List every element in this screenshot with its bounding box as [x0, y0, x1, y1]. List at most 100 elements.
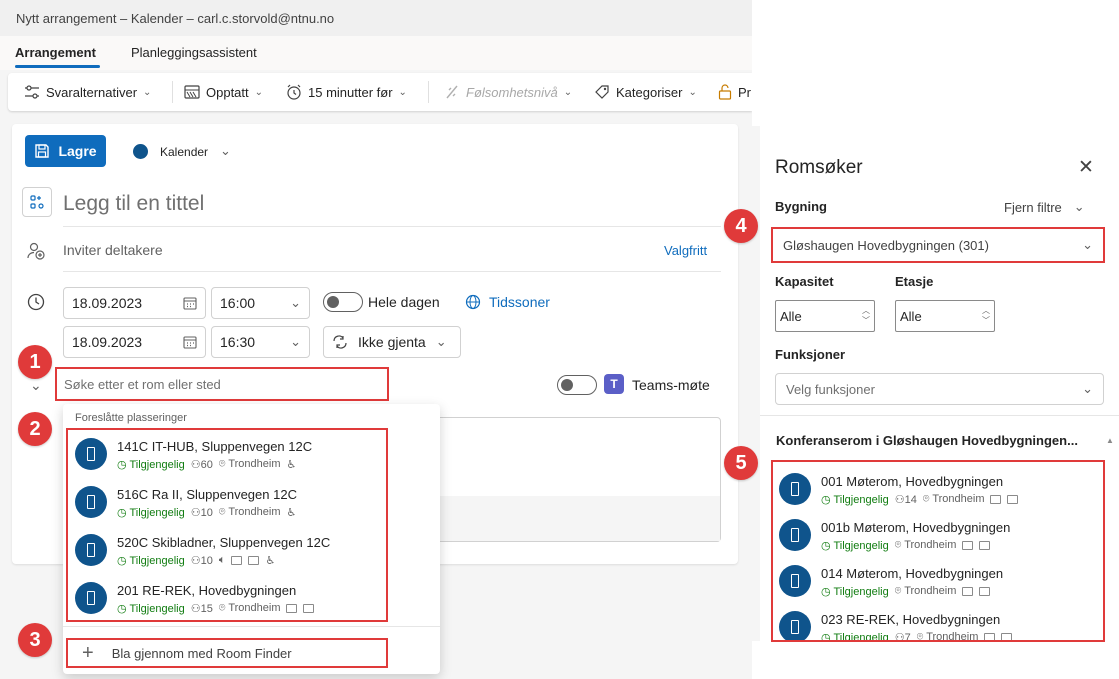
repeat-label: Ikke gjenta	[358, 334, 426, 350]
calendar-color-dot	[133, 144, 148, 159]
add-people-icon	[27, 242, 45, 260]
suggested-room-item[interactable]: 201 RE-REK, Hovedbygningen ◷ Tilgjengeli…	[75, 577, 385, 625]
calendar-selector-label[interactable]: Kalender	[160, 145, 208, 159]
city: ⌾ Trondheim	[218, 506, 281, 518]
suggested-room-item[interactable]: 520C Skibladner, Sluppenvegen 12C ◷ Tilg…	[75, 529, 385, 577]
chevron-down-icon: ⌄	[254, 86, 264, 98]
scroll-up-icon[interactable]: ▲	[1106, 436, 1114, 445]
timezones-button[interactable]: Tidssoner	[465, 294, 550, 310]
busy-status-button[interactable]: Opptatt ⌄	[184, 73, 263, 111]
teams-icon: T	[604, 374, 624, 394]
capacity-label: Kapasitet	[775, 274, 834, 289]
invite-attendees-input[interactable]: Inviter deltakere	[63, 242, 163, 258]
private-button[interactable]: Pr	[718, 73, 751, 111]
busy-status-label: Opptatt	[206, 84, 249, 100]
teams-meeting-toggle[interactable]	[557, 375, 597, 395]
room-result-item[interactable]: 023 RE-REK, Hovedbygningen ◷ Tilgjengeli…	[779, 606, 1089, 642]
building-select[interactable]: Gløshaugen Hovedbygningen (301) ⌄	[771, 227, 1105, 263]
location-icon: ⌄	[30, 377, 42, 393]
room-icon	[779, 611, 811, 640]
chevron-down-icon: ⌄	[1073, 199, 1085, 214]
tab-scheduling-assistant[interactable]: Planleggingsassistent	[131, 45, 257, 60]
room-meta: ◷ Tilgjengelig ⌾ Trondheim	[821, 539, 991, 552]
display-icon	[962, 587, 974, 596]
calendar-icon	[183, 297, 197, 310]
chevron-down-icon: ⌄	[1082, 237, 1093, 252]
room-name: 141C IT-HUB, Sluppenvegen 12C	[117, 439, 313, 454]
features-select[interactable]: Velg funksjoner ⌄	[775, 373, 1104, 405]
room-icon	[75, 534, 107, 566]
reminder-label: 15 minutter før	[308, 84, 393, 100]
busy-icon	[184, 85, 200, 99]
reminder-button[interactable]: 15 minutter før ⌄	[286, 73, 407, 111]
title-templates-button[interactable]	[22, 187, 52, 217]
video-icon	[1001, 633, 1013, 640]
globe-icon	[465, 294, 481, 310]
capacity: ⚇60	[190, 459, 213, 471]
all-day-toggle[interactable]	[323, 292, 363, 312]
active-tab-indicator	[15, 65, 100, 68]
callout-badge-4: 4	[724, 209, 758, 243]
clear-filters-button[interactable]: Fjern filtre ⌄	[1004, 199, 1085, 215]
close-icon[interactable]: ✕	[1078, 156, 1094, 179]
floor-value: Alle	[900, 308, 922, 324]
accessible-icon: ♿	[265, 555, 276, 567]
suggested-room-item[interactable]: 141C IT-HUB, Sluppenvegen 12C ◷ Tilgjeng…	[75, 433, 385, 481]
chevron-down-icon[interactable]: ⌄	[220, 143, 231, 159]
sensitivity-button[interactable]: Følsomhetsnivå ⌄	[444, 73, 572, 111]
building-value: Gløshaugen Hovedbygningen (301)	[783, 237, 989, 253]
categorize-button[interactable]: Kategoriser ⌄	[594, 73, 697, 111]
room-name: 001 Møterom, Hovedbygningen	[821, 474, 1004, 489]
end-date-value: 18.09.2023	[72, 334, 143, 350]
start-date-field[interactable]: 18.09.2023	[63, 287, 206, 319]
room-result-item[interactable]: 001b Møterom, Hovedbygningen ◷ Tilgjenge…	[779, 514, 1089, 562]
suggested-room-item[interactable]: 516C Ra II, Sluppenvegen 12C ◷ Tilgjenge…	[75, 481, 385, 529]
display-icon	[286, 604, 298, 613]
city: ⌾ Trondheim	[218, 602, 281, 614]
start-time-select[interactable]: 16:00 ⌄	[211, 287, 310, 319]
save-icon	[35, 144, 50, 158]
browse-room-finder-button[interactable]: + Bla gjennom med Room Finder	[66, 638, 388, 668]
chevron-down-icon: ⌄	[290, 295, 301, 310]
callout-badge-3: 3	[18, 623, 52, 657]
end-date-field[interactable]: 18.09.2023	[63, 326, 206, 358]
room-results-list[interactable]: 001 Møterom, Hovedbygningen ◷ Tilgjengel…	[771, 460, 1105, 642]
capacity: ⚇10	[190, 507, 213, 519]
availability-status: ◷ Tilgjengelig	[821, 632, 889, 642]
title-input[interactable]: Legg til en tittel	[63, 192, 204, 216]
spinner-arrows-icon[interactable]: ︿ ﹀	[982, 306, 990, 326]
features-label: Funksjoner	[775, 347, 846, 362]
teams-meeting-label: Teams-møte	[632, 377, 710, 393]
clear-filters-label: Fjern filtre	[1004, 199, 1062, 215]
location-search-input[interactable]: Søke etter et rom eller sted	[55, 367, 389, 401]
city: ⌾ Trondheim	[894, 539, 957, 551]
video-icon	[979, 541, 991, 550]
suggestions-header: Foreslåtte plasseringer	[75, 412, 187, 424]
room-result-item[interactable]: 001 Møterom, Hovedbygningen ◷ Tilgjengel…	[779, 468, 1089, 516]
room-result-item[interactable]: 014 Møterom, Hovedbygningen ◷ Tilgjengel…	[779, 560, 1089, 608]
tab-arrangement[interactable]: Arrangement	[15, 45, 96, 60]
end-time-select[interactable]: 16:30 ⌄	[211, 326, 310, 358]
display-icon	[231, 556, 243, 565]
capacity-spinner[interactable]: Alle ︿ ﹀	[775, 300, 875, 332]
private-label: Pr	[738, 84, 751, 100]
callout-badge-5: 5	[724, 446, 758, 480]
city: ⌾ Trondheim	[916, 631, 979, 642]
floor-spinner[interactable]: Alle ︿ ﹀	[895, 300, 995, 332]
lock-icon	[718, 84, 732, 100]
video-icon	[303, 604, 315, 613]
optional-attendees-link[interactable]: Valgfritt	[664, 243, 707, 258]
floor-label: Etasje	[895, 274, 934, 289]
all-day-label: Hele dagen	[368, 294, 440, 310]
response-options-label: Svaralternativer	[46, 84, 138, 100]
response-options-button[interactable]: Svaralternativer ⌄	[24, 73, 151, 111]
spinner-arrows-icon[interactable]: ︿ ﹀	[862, 306, 870, 326]
repeat-select[interactable]: Ikke gjenta ⌄	[323, 326, 461, 358]
start-date-value: 18.09.2023	[72, 295, 143, 311]
plus-icon: +	[82, 641, 94, 664]
divider	[63, 226, 721, 227]
save-button[interactable]: Lagre	[25, 135, 106, 167]
availability-status: ◷ Tilgjengelig	[117, 555, 185, 567]
divider	[63, 626, 440, 627]
features-placeholder: Velg funksjoner	[786, 381, 875, 397]
